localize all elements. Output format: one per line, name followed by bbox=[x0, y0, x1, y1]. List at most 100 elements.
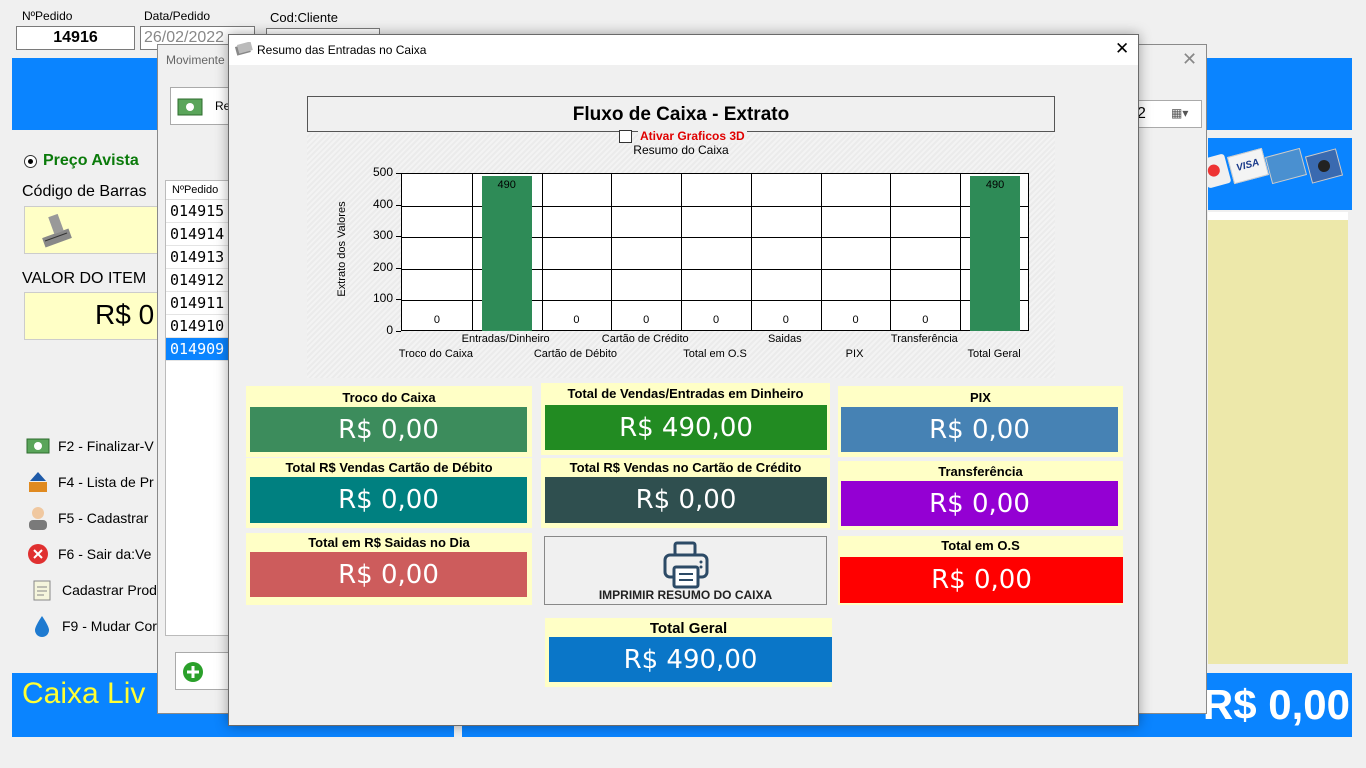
shortcut-label: F5 - Cadastrar bbox=[58, 510, 149, 526]
dialog-titlebar: Resumo das Entradas no Caixa ✕ bbox=[229, 35, 1138, 65]
movimento-title: Movimente bbox=[166, 53, 225, 67]
valor-item-value: R$ 0 bbox=[95, 299, 155, 330]
add-icon bbox=[183, 662, 203, 682]
pedidos-list[interactable]: NºPedido 014915 014914 014913 014912 014… bbox=[165, 180, 231, 636]
chart-ytick-label: 500 bbox=[372, 165, 393, 179]
barcode-scanner-icon bbox=[42, 213, 72, 248]
chart-ytick bbox=[396, 236, 401, 238]
codigo-barras-label: Código de Barras bbox=[22, 183, 147, 200]
list-item-selected[interactable]: 014909 bbox=[166, 338, 230, 361]
printer-icon bbox=[663, 541, 709, 589]
chart-title: Fluxo de Caixa - Extrato bbox=[572, 104, 790, 125]
cash-icon bbox=[235, 42, 253, 56]
chart-category-label: Entradas/Dinheiro bbox=[461, 333, 550, 345]
panel-debito: Total R$ Vendas Cartão de Débito R$ 0,00 bbox=[246, 458, 532, 528]
barcode-scanner-box[interactable] bbox=[24, 206, 162, 254]
panel-transferencia-title: Transferência bbox=[938, 464, 1023, 479]
panel-os: Total em O.S R$ 0,00 bbox=[838, 536, 1123, 605]
shortcut-f2-finalizar[interactable]: F2 - Finalizar-V bbox=[26, 434, 154, 458]
panel-transferencia: Transferência R$ 0,00 bbox=[838, 461, 1123, 530]
caixa-livre-text: Caixa Liv bbox=[22, 677, 146, 710]
panel-saidas-title: Total em R$ Saidas no Dia bbox=[308, 535, 470, 550]
panel-dinheiro-value: R$ 490,00 bbox=[545, 405, 827, 450]
resumo-dialog: Resumo das Entradas no Caixa ✕ Fluxo de … bbox=[228, 34, 1139, 726]
movimento-close-button[interactable]: ✕ bbox=[1182, 49, 1197, 70]
preco-avista-label: Preço Avista bbox=[43, 152, 139, 169]
chart-category-label: Saidas bbox=[767, 333, 802, 345]
list-item[interactable]: 014915 bbox=[166, 200, 230, 223]
chart-ytick-label: 300 bbox=[372, 228, 393, 243]
chart-category-label: Total em O.S bbox=[683, 348, 747, 360]
list-item[interactable]: 014912 bbox=[166, 269, 230, 292]
panel-credito-title: Total R$ Vendas no Cartão de Crédito bbox=[569, 460, 802, 475]
pedido-label: NºPedido bbox=[22, 9, 73, 23]
preco-avista-radio[interactable]: Preço Avista bbox=[24, 152, 139, 170]
notepad-icon bbox=[30, 578, 54, 602]
chart-ytick-label: 100 bbox=[372, 291, 393, 306]
water-drop-icon bbox=[30, 614, 54, 638]
valor-item-label: VALOR DO ITEM bbox=[22, 270, 147, 287]
chart-ytick-label: 400 bbox=[372, 196, 393, 211]
panel-troco-value: R$ 0,00 bbox=[250, 407, 527, 452]
data-label: Data/Pedido bbox=[144, 9, 211, 23]
chart-category-label: Transferência bbox=[890, 333, 958, 345]
dialog-title: Resumo das Entradas no Caixa bbox=[257, 43, 427, 57]
movimento-report-button[interactable]: Re bbox=[170, 87, 234, 125]
list-item[interactable]: 014914 bbox=[166, 223, 230, 246]
panel-transferencia-value: R$ 0,00 bbox=[841, 481, 1118, 526]
panel-debito-value: R$ 0,00 bbox=[250, 477, 527, 523]
chart-category-label: PIX bbox=[845, 348, 864, 360]
list-item[interactable]: 014911 bbox=[166, 292, 230, 315]
list-header: NºPedido bbox=[166, 181, 230, 200]
valor-item-box: R$ 0 bbox=[24, 292, 162, 340]
panel-total-geral-title: Total Geral bbox=[649, 620, 728, 637]
chart-category-label: Cartão de Crédito bbox=[601, 333, 689, 345]
shortcut-f9-mudar-cor[interactable]: F9 - Mudar Cor bbox=[30, 614, 157, 638]
money-icon bbox=[26, 434, 50, 458]
print-resumo-button[interactable]: IMPRIMIR RESUMO DO CAIXA bbox=[544, 536, 827, 605]
panel-total-geral: Total Geral R$ 490,00 bbox=[545, 618, 832, 687]
amex-card-icon bbox=[1264, 147, 1308, 185]
panel-credito-value: R$ 0,00 bbox=[545, 477, 827, 523]
chart-category-label: Cartão de Débito bbox=[533, 348, 618, 360]
upload-box-icon bbox=[26, 470, 50, 494]
chart-category-label: Troco do Caixa bbox=[398, 348, 473, 360]
list-item[interactable]: 014913 bbox=[166, 246, 230, 269]
shortcut-f4-lista[interactable]: F4 - Lista de Pr bbox=[26, 470, 154, 494]
chart-ytick bbox=[396, 204, 401, 206]
panel-saidas-value: R$ 0,00 bbox=[250, 552, 527, 597]
panel-credito: Total R$ Vendas no Cartão de Crédito R$ … bbox=[541, 458, 830, 528]
panel-dinheiro-title: Total de Vendas/Entradas em Dinheiro bbox=[567, 386, 804, 401]
panel-saidas: Total em R$ Saidas no Dia R$ 0,00 bbox=[246, 533, 532, 605]
dialog-close-button[interactable]: ✕ bbox=[1115, 39, 1129, 59]
chart-area: Ativar Graficos 3D Resumo do Caixa Extra… bbox=[307, 129, 1055, 378]
money-icon bbox=[177, 98, 203, 116]
panel-total-geral-value: R$ 490,00 bbox=[549, 637, 832, 682]
panel-pix-title: PIX bbox=[970, 390, 991, 405]
chart-category-label: Total Geral bbox=[967, 348, 1021, 360]
radio-icon bbox=[24, 154, 37, 168]
shortcut-cadastrar-produto[interactable]: Cadastrar Prod bbox=[30, 578, 157, 602]
panel-pix-value: R$ 0,00 bbox=[841, 407, 1118, 452]
chart-axis-labels: 0 100 200 300 400 500 Troco do Caixa Entradas/D… bbox=[307, 133, 1055, 378]
shortcut-label: F6 - Sair da:Ve bbox=[58, 546, 152, 562]
visa-card-icon: VISA bbox=[1226, 147, 1270, 185]
calendar-icon: ▦▾ bbox=[1171, 106, 1189, 120]
close-circle-icon bbox=[26, 542, 50, 566]
dinners-card-icon bbox=[1304, 148, 1344, 184]
chart-ytick-label: 0 bbox=[386, 323, 393, 337]
movimento-add-button[interactable] bbox=[175, 652, 231, 690]
shortcut-label: F4 - Lista de Pr bbox=[58, 474, 154, 490]
panel-debito-title: Total R$ Vendas Cartão de Débito bbox=[285, 460, 493, 475]
shortcut-label: Cadastrar Prod bbox=[62, 582, 157, 598]
panel-pix: PIX R$ 0,00 bbox=[838, 386, 1123, 457]
list-item[interactable]: 014910 bbox=[166, 315, 230, 338]
shortcut-f5-cadastrar[interactable]: F5 - Cadastrar bbox=[26, 506, 148, 530]
shortcut-f6-sair[interactable]: F6 - Sair da:Ve bbox=[26, 542, 151, 566]
pedido-field[interactable]: 14916 bbox=[16, 26, 135, 50]
user-icon bbox=[26, 506, 50, 530]
panel-os-value: R$ 0,00 bbox=[840, 557, 1123, 603]
chart-ytick bbox=[396, 331, 401, 332]
panel-troco: Troco do Caixa R$ 0,00 bbox=[246, 386, 532, 457]
chart-ytick bbox=[396, 299, 401, 301]
